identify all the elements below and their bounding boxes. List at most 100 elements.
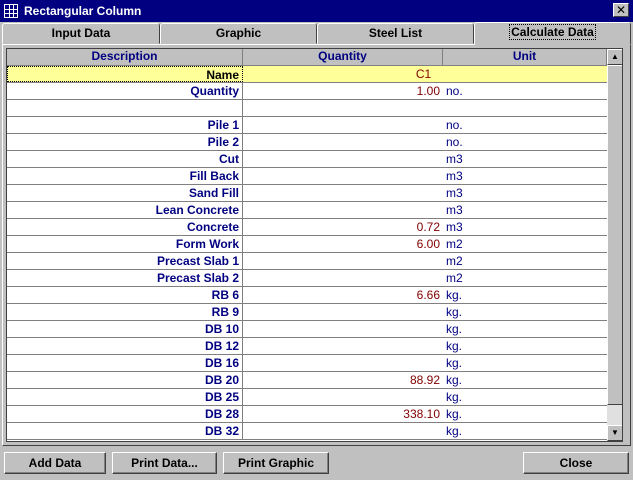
row-quantity[interactable] [243,423,443,439]
close-button[interactable]: Close [523,452,629,474]
row-quantity[interactable] [243,202,443,218]
row-quantity[interactable] [243,168,443,184]
row-quantity[interactable]: 0.72 [243,219,443,235]
row-description: Precast Slab 2 [7,270,243,286]
row-unit: kg. [446,424,463,438]
row-unit [443,100,607,116]
tab-steel-list[interactable]: Steel List [317,23,474,44]
table-row[interactable]: DB 12 kg. [7,338,607,355]
table-row[interactable]: RB 6 6.66 kg. [7,287,607,304]
title-bar[interactable]: Rectangular Column ✕ [0,0,633,22]
column-header-quantity[interactable]: Quantity [243,49,443,66]
row-description: DB 20 [7,372,243,388]
table-row[interactable]: DB 10 kg. [7,321,607,338]
row-unit: m3 [446,152,463,166]
row-unit: m2 [446,271,463,285]
column-header-unit[interactable]: Unit [443,49,607,66]
row-description: Pile 2 [7,134,243,150]
row-quantity[interactable]: 1.00 [243,83,443,99]
row-quantity[interactable]: 338.10 [243,406,443,422]
print-data-button[interactable]: Print Data... [112,452,217,474]
row-unit: no. [446,118,463,132]
row-description: Form Work [7,236,243,252]
name-label: Name [7,66,243,82]
vertical-scrollbar[interactable]: ▲ ▼ [607,49,622,441]
table-row[interactable]: Precast Slab 1 m2 [7,253,607,270]
table-row[interactable]: Pile 2 no. [7,134,607,151]
row-quantity[interactable]: 6.66 [243,287,443,303]
row-unit: m3 [446,203,463,217]
tab-input-data[interactable]: Input Data [2,23,160,44]
scroll-up-arrow-icon[interactable]: ▲ [607,49,622,65]
table-row[interactable]: Concrete 0.72 m3 [7,219,607,236]
table-row[interactable]: DB 32 kg. [7,423,607,440]
table-row[interactable]: Lean Concrete m3 [7,202,607,219]
row-unit: m2 [446,237,463,251]
table-row[interactable]: Quantity 1.00 no. [7,83,607,100]
row-unit: no. [446,135,463,149]
tab-calculate-data[interactable]: Calculate Data [474,22,631,45]
row-quantity[interactable] [243,185,443,201]
row-description: Precast Slab 1 [7,253,243,269]
row-description: Sand Fill [7,185,243,201]
row-unit: kg. [446,288,463,302]
row-quantity[interactable] [243,355,443,371]
table-row[interactable]: Form Work 6.00 m2 [7,236,607,253]
add-data-button[interactable]: Add Data [4,452,106,474]
row-quantity[interactable]: 6.00 [243,236,443,252]
table-row[interactable]: DB 20 88.92 kg. [7,372,607,389]
table-row[interactable]: DB 25 kg. [7,389,607,406]
scroll-down-arrow-icon[interactable]: ▼ [607,425,622,441]
row-description: Lean Concrete [7,202,243,218]
table-row[interactable]: Pile 1 no. [7,117,607,134]
row-description: Concrete [7,219,243,235]
row-quantity[interactable] [243,100,443,116]
name-row[interactable]: Name C1 [7,66,607,83]
row-quantity[interactable] [243,253,443,269]
row-unit: kg. [446,373,463,387]
row-quantity[interactable] [243,151,443,167]
tab-graphic[interactable]: Graphic [160,23,317,44]
row-unit: m3 [446,169,463,183]
row-unit: kg. [446,339,463,353]
table-row[interactable] [7,100,607,117]
data-grid[interactable]: Description Quantity Unit Name C1 Quanti… [6,48,623,442]
row-description: Pile 1 [7,117,243,133]
row-description: DB 28 [7,406,243,422]
table-row[interactable]: DB 28 338.10 kg. [7,406,607,423]
row-description: Cut [7,151,243,167]
row-quantity[interactable] [243,389,443,405]
row-description: DB 32 [7,423,243,439]
row-quantity[interactable] [243,321,443,337]
row-description: DB 12 [7,338,243,354]
row-quantity[interactable] [243,304,443,320]
row-unit: kg. [446,390,463,404]
tab-strip: Input Data Graphic Steel List Calculate … [2,22,631,45]
window-title: Rectangular Column [24,4,142,18]
row-quantity[interactable]: 88.92 [243,372,443,388]
table-row[interactable]: Fill Back m3 [7,168,607,185]
window-close-button[interactable]: ✕ [613,3,629,17]
row-description: DB 25 [7,389,243,405]
row-unit: kg. [446,305,463,319]
row-quantity[interactable] [243,270,443,286]
print-graphic-button[interactable]: Print Graphic [223,452,329,474]
row-description: Quantity [7,83,243,99]
column-header-description[interactable]: Description [7,49,243,66]
row-quantity[interactable] [243,134,443,150]
row-quantity[interactable] [243,338,443,354]
table-row[interactable]: Precast Slab 2 m2 [7,270,607,287]
row-unit: m2 [446,254,463,268]
row-unit: m3 [446,220,463,234]
table-row[interactable]: Cut m3 [7,151,607,168]
table-row[interactable]: DB 16 kg. [7,355,607,372]
row-quantity[interactable] [243,117,443,133]
row-description: DB 16 [7,355,243,371]
row-unit: kg. [446,356,463,370]
table-row[interactable]: Sand Fill m3 [7,185,607,202]
scroll-thumb[interactable] [607,65,622,405]
row-description: RB 9 [7,304,243,320]
table-row[interactable]: RB 9 kg. [7,304,607,321]
grid-rows: Name C1 Quantity 1.00 no. Pile 1 no. Pile 2 no… [7,66,607,440]
name-value[interactable]: C1 [243,66,607,82]
